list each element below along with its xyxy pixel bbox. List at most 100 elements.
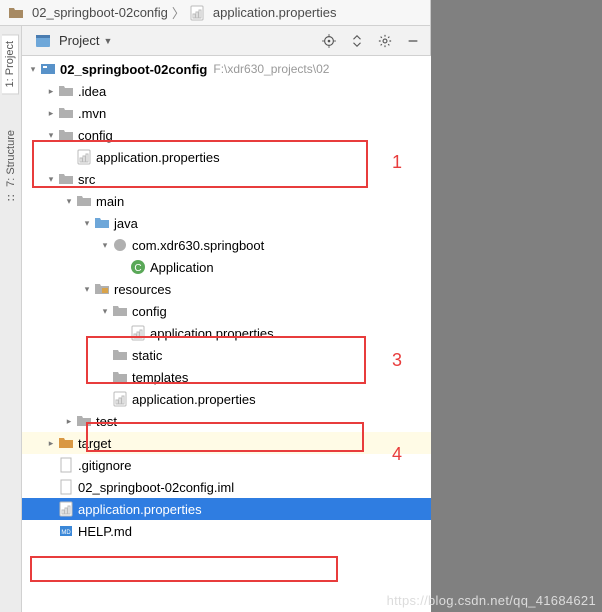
tree-item-label: .gitignore (78, 458, 131, 473)
tree-app-class[interactable]: C Application (22, 256, 431, 278)
tab-structure-label: 7: Structure (5, 130, 17, 187)
tree-root[interactable]: ▾ 02_springboot-02config F:\xdr630_proje… (22, 58, 431, 80)
breadcrumb-file[interactable]: application.properties (189, 5, 337, 21)
tree-item-label: application.properties (150, 326, 274, 341)
properties-file-icon (76, 149, 92, 165)
minimize-icon (406, 34, 420, 48)
tree-templates[interactable]: templates (22, 366, 431, 388)
tree-idea[interactable]: ▸ .idea (22, 80, 431, 102)
chevron-down-icon[interactable]: ▾ (44, 174, 58, 185)
tree-item-label: test (96, 414, 117, 429)
chevron-right-icon[interactable]: ▸ (44, 438, 58, 449)
hide-button[interactable] (402, 30, 424, 52)
class-icon: C (130, 259, 146, 275)
chevron-down-icon[interactable]: ▾ (26, 64, 40, 75)
tree-config-props[interactable]: application.properties (22, 146, 431, 168)
tree-item-label: application.properties (132, 392, 256, 407)
chevron-down-icon[interactable]: ▾ (62, 196, 76, 207)
settings-button[interactable] (374, 30, 396, 52)
project-tree[interactable]: ▾ 02_springboot-02config F:\xdr630_proje… (22, 56, 431, 612)
tab-structure[interactable]: ∷ 7: Structure (3, 124, 19, 210)
breadcrumb-root-label: 02_springboot-02config (32, 5, 168, 20)
tree-target[interactable]: ▸ target (22, 432, 431, 454)
properties-file-icon (189, 5, 205, 21)
breadcrumb-file-label: application.properties (213, 5, 337, 20)
tab-project-label: 1: Project (4, 41, 16, 87)
tree-root-path: F:\xdr630_projects\02 (213, 62, 329, 76)
tree-root-props[interactable]: application.properties (22, 498, 431, 520)
folder-icon (112, 303, 128, 319)
properties-file-icon (112, 391, 128, 407)
tree-static[interactable]: static (22, 344, 431, 366)
tree-mvn[interactable]: ▸ .mvn (22, 102, 431, 124)
tree-item-label: HELP.md (78, 524, 132, 539)
tree-package[interactable]: ▾ com.xdr630.springboot (22, 234, 431, 256)
chevron-down-icon[interactable]: ▾ (44, 130, 58, 141)
tree-resources-config[interactable]: ▾ config (22, 300, 431, 322)
svg-text:C: C (134, 263, 141, 274)
breadcrumb-root[interactable]: 02_springboot-02config (8, 5, 168, 21)
expand-all-button[interactable] (346, 30, 368, 52)
folder-icon (8, 5, 24, 21)
chevron-down-icon[interactable]: ▾ (80, 284, 94, 295)
project-icon (35, 33, 51, 49)
tree-item-label: .idea (78, 84, 106, 99)
tree-item-label: static (132, 348, 162, 363)
locate-button[interactable] (318, 30, 340, 52)
tree-gitignore[interactable]: .gitignore (22, 454, 431, 476)
tree-resources-props[interactable]: application.properties (22, 388, 431, 410)
tree-config[interactable]: ▾ config (22, 124, 431, 146)
tree-java[interactable]: ▾ java (22, 212, 431, 234)
gear-icon (378, 34, 392, 48)
tree-main[interactable]: ▾ main (22, 190, 431, 212)
folder-icon (58, 105, 74, 121)
folder-icon (58, 171, 74, 187)
target-icon (322, 34, 336, 48)
tree-item-label: 02_springboot-02config.iml (78, 480, 234, 495)
folder-icon (58, 127, 74, 143)
tree-resources[interactable]: ▾ resources (22, 278, 431, 300)
tree-src[interactable]: ▾ src (22, 168, 431, 190)
properties-file-icon (130, 325, 146, 341)
folder-icon (58, 83, 74, 99)
chevron-down-icon[interactable]: ▾ (98, 240, 112, 251)
tree-root-label: 02_springboot-02config (60, 62, 207, 77)
breadcrumb: 02_springboot-02config 〉 application.pro… (0, 0, 430, 26)
chevron-right-icon[interactable]: ▸ (62, 416, 76, 427)
folder-icon (112, 369, 128, 385)
module-icon (40, 61, 56, 77)
project-toolbar: Project ▼ (22, 26, 430, 56)
breadcrumb-separator-icon: 〉 (172, 3, 185, 22)
tree-test[interactable]: ▸ test (22, 410, 431, 432)
tree-resources-config-props[interactable]: application.properties (22, 322, 431, 344)
folder-icon (112, 347, 128, 363)
properties-file-icon (58, 501, 74, 517)
tree-item-label: .mvn (78, 106, 106, 121)
folder-icon (76, 193, 92, 209)
tree-item-label: java (114, 216, 138, 231)
chevron-right-icon[interactable]: ▸ (44, 108, 58, 119)
chevron-down-icon[interactable]: ▾ (80, 218, 94, 229)
project-view-selector[interactable]: Project ▼ (28, 30, 119, 52)
tree-iml[interactable]: 02_springboot-02config.iml (22, 476, 431, 498)
file-icon (58, 479, 74, 495)
tree-item-label: resources (114, 282, 171, 297)
tree-item-label: application.properties (78, 502, 202, 517)
tab-project[interactable]: 1: Project (2, 34, 19, 94)
expand-icon (350, 34, 364, 48)
package-icon (112, 237, 128, 253)
tree-item-label: target (78, 436, 111, 451)
project-view-label: Project (59, 33, 99, 48)
tab-structure-dots-icon: ∷ (7, 191, 14, 204)
svg-text:MD: MD (61, 530, 71, 536)
right-gutter (431, 0, 602, 612)
excluded-folder-icon (58, 435, 74, 451)
chevron-right-icon[interactable]: ▸ (44, 86, 58, 97)
source-folder-icon (94, 215, 110, 231)
tool-window-tabs: 1: Project ∷ 7: Structure (0, 26, 22, 612)
chevron-down-icon[interactable]: ▾ (98, 306, 112, 317)
tree-item-label: templates (132, 370, 188, 385)
folder-icon (76, 413, 92, 429)
markdown-file-icon: MD (58, 523, 74, 539)
tree-help[interactable]: MD HELP.md (22, 520, 431, 542)
